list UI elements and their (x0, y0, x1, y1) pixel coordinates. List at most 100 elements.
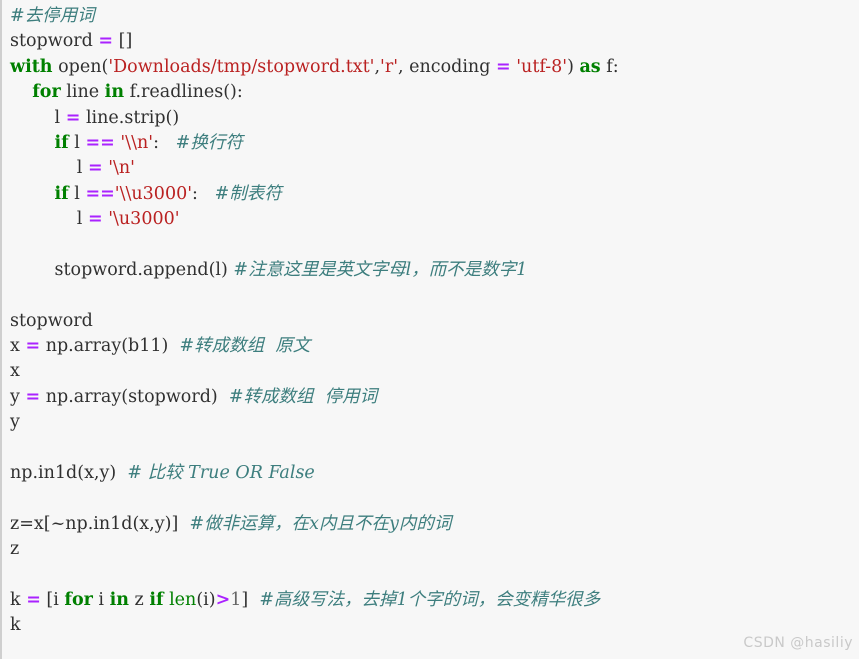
token-operator-gt: > (215, 589, 231, 610)
token-variable-x: x (10, 336, 20, 357)
code-line: k (10, 613, 619, 638)
token-string-newline-escaped: '\\n' (120, 132, 154, 153)
token-paren: ) (567, 56, 580, 77)
token-colon: : (192, 183, 215, 204)
token-variable-x: x (10, 361, 20, 382)
token-keyword-in: in (109, 589, 129, 610)
token-operator-assign: = (25, 386, 41, 407)
token-call-np-array: np.array(stopword) (45, 386, 218, 407)
token-operator-assign: = (25, 336, 41, 357)
token-string-path: 'Downloads/tmp/stopword.txt' (108, 56, 375, 77)
token-expr-not-in1d: z=x[~np.in1d(x,y)] (10, 513, 179, 534)
token-keyword-for: for (32, 82, 61, 103)
jupyter-code-cell[interactable]: #去停用词 stopword = [] with open('Downloads/t… (0, 0, 859, 659)
token-comment: #转成数组 停用词 (228, 386, 378, 407)
token-string-u3000-escaped: '\\u3000' (114, 183, 193, 204)
code-line: l = line.strip() (10, 106, 619, 131)
code-line: if l =='\\u3000': #制表符 (10, 182, 619, 207)
token-arg-encoding: encoding (409, 56, 491, 77)
token-variable-line: line (66, 82, 100, 103)
token-comment: # 比较 True OR False (127, 463, 315, 484)
code-line: y (10, 410, 619, 435)
token-space: z (128, 589, 150, 610)
token-keyword-if: if (54, 183, 69, 204)
code-line: for line in f.readlines(): (10, 80, 619, 105)
token-keyword-in: in (104, 82, 125, 103)
code-line: if l == '\\n': #换行符 (10, 131, 619, 156)
code-line: with open('Downloads/tmp/stopword.txt','… (10, 55, 619, 80)
code-line: #去停用词 (10, 4, 619, 29)
token-comment: #做非运算，在x内且不在y内的词 (189, 513, 452, 534)
token-comment: #去停用词 (10, 6, 95, 26)
token-string-u3000: '\u3000' (108, 209, 180, 230)
token-empty-list: [] (118, 31, 133, 52)
token-number: 1 (230, 589, 242, 610)
token-comment: #转成数组 原文 (179, 336, 311, 357)
code-line: l = '\n' (10, 156, 619, 181)
token-bracket: [i (40, 589, 65, 610)
code-editor-area[interactable]: #去停用词 stopword = [] with open('Downloads/t… (2, 0, 619, 639)
token-keyword-as: as (579, 56, 601, 77)
code-line: y = np.array(stopword) #转成数组 停用词 (10, 385, 619, 410)
token-colon: : (153, 132, 176, 153)
token-call-readlines: f.readlines() (129, 82, 237, 103)
token-operator-assign: = (87, 209, 103, 230)
code-line: l = '\u3000' (10, 207, 619, 232)
token-variable-y: y (10, 412, 20, 433)
token-operator-eq: == (85, 132, 115, 153)
token-operator-eq: == (85, 183, 115, 204)
token-operator-assign: = (98, 31, 114, 52)
token-comment: #注意这里是英文字母l，而不是数字1 (233, 259, 528, 280)
code-line: k = [i for i in z if len(i)>1] #高级写法，去掉1… (10, 588, 619, 613)
token-operator-assign: = (26, 589, 41, 610)
token-string-newline: '\n' (108, 158, 135, 179)
token-comma: , (398, 56, 410, 77)
code-line: stopword = [] (10, 29, 619, 54)
token-variable-y: y (10, 386, 20, 407)
token-call-np-array: np.array(b11) (45, 336, 169, 357)
token-keyword-if: if (149, 589, 164, 610)
token-call-strip: line.strip() (85, 107, 180, 128)
token-comment: #高级写法，去掉1个字的词，会变精华很多 (259, 589, 601, 610)
token-variable-k: k (10, 615, 21, 636)
token-comment: #换行符 (175, 132, 243, 153)
token-string-mode: 'r' (380, 56, 399, 77)
token-colon: : (612, 56, 619, 77)
token-keyword-if: if (54, 132, 69, 153)
code-line: x (10, 359, 619, 384)
token-string-encoding: 'utf-8' (516, 56, 568, 77)
token-comment: #制表符 (214, 183, 282, 204)
token-colon: : (236, 82, 243, 103)
token-space: i (92, 589, 110, 610)
code-line: z=x[~np.in1d(x,y)] #做非运算，在x内且不在y内的词 (10, 512, 619, 537)
token-operator-assign: = (496, 56, 511, 77)
token-variable-k: k (10, 589, 21, 610)
token-call-append: stopword.append(l) (54, 259, 228, 280)
code-line: z (10, 537, 619, 562)
csdn-watermark: CSDN @hasiliy (743, 635, 853, 651)
code-line: stopword (10, 309, 619, 334)
token-variable-z: z (10, 539, 20, 560)
code-line: x = np.array(b11) #转成数组 原文 (10, 334, 619, 359)
code-line: np.in1d(x,y) # 比较 True OR False (10, 461, 619, 486)
token-keyword-with: with (10, 56, 53, 77)
token-variable: stopword (10, 31, 93, 52)
token-call-np-in1d: np.in1d(x,y) (10, 463, 117, 484)
token-operator-assign: = (65, 107, 81, 128)
